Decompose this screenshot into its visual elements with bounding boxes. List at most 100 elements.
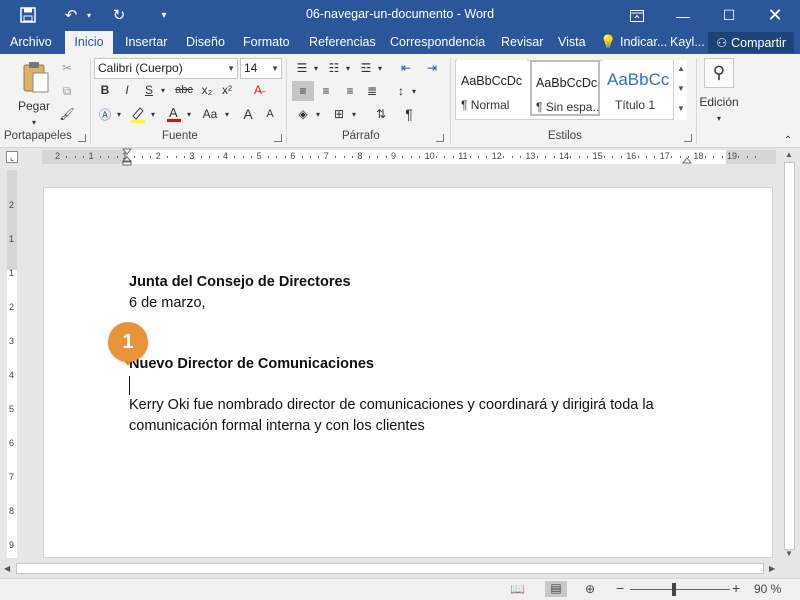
bullets-dropdown-icon[interactable]: ▾ (312, 58, 320, 78)
decrease-indent-icon[interactable]: ⇤ (396, 58, 416, 78)
italic-button[interactable]: I (118, 80, 136, 100)
clipboard-launcher-icon[interactable] (78, 134, 86, 142)
zoom-slider-thumb[interactable] (672, 583, 676, 596)
tab-inicio[interactable]: Inicio (65, 31, 113, 54)
subscript-button[interactable]: x₂ (198, 80, 216, 100)
share-button[interactable]: ⚇ Compartir (708, 32, 794, 53)
numbering-icon[interactable]: ☷ (324, 58, 344, 78)
tab-insertar[interactable]: Insertar (123, 31, 169, 54)
bold-button[interactable]: B (96, 80, 114, 100)
doc-heading-director[interactable]: Nuevo Director de Comunicaciones (129, 356, 374, 372)
change-case-button[interactable]: Aa (198, 104, 222, 124)
strikethrough-button[interactable]: abc (172, 80, 196, 100)
shading-dropdown-icon[interactable]: ▾ (314, 104, 322, 124)
tab-diseno[interactable]: Diseño (184, 31, 227, 54)
grow-font-button[interactable]: A (240, 104, 256, 124)
line-spacing-dropdown-icon[interactable]: ▾ (410, 81, 418, 101)
style-heading-1[interactable]: AaBbCc Título 1 (603, 60, 673, 116)
show-formatting-button[interactable]: ¶ (400, 104, 418, 124)
font-name-box[interactable]: Calibri (Cuerpo) ▼ (94, 58, 238, 79)
borders-icon[interactable]: ⊞ (330, 104, 348, 124)
user-name[interactable]: Kayl... (668, 31, 707, 54)
line-spacing-icon[interactable]: ↕ (392, 81, 410, 101)
collapse-ribbon-icon[interactable]: ⌃ (782, 130, 794, 150)
font-color-icon[interactable]: A (164, 104, 184, 124)
copy-icon[interactable]: ⧉ (58, 81, 76, 101)
style-no-spacing[interactable]: AaBbCcDc ¶ Sin espa... (530, 60, 600, 116)
scroll-left-icon[interactable]: ◀ (4, 564, 10, 573)
underline-dropdown-icon[interactable]: ▾ (158, 80, 168, 100)
editing-dropdown-icon[interactable]: ▾ (711, 108, 727, 128)
clear-formatting-icon[interactable]: A̶ (248, 80, 268, 100)
font-size-box[interactable]: 14 ▼ (240, 58, 282, 79)
doc-heading-board[interactable]: Junta del Consejo de Directores (129, 274, 351, 290)
vertical-scrollbar[interactable]: ▲ ▼ (781, 148, 798, 560)
web-layout-icon[interactable]: ⊕ (585, 582, 595, 596)
document-page[interactable]: Junta del Consejo de Directores 6 de mar… (43, 187, 773, 558)
tab-formato[interactable]: Formato (241, 31, 292, 54)
font-size-dropdown-icon[interactable]: ▼ (271, 59, 279, 78)
zoom-out-button[interactable]: − (616, 580, 624, 596)
align-center-icon[interactable]: ≡ (316, 81, 336, 101)
doc-date[interactable]: 6 de marzo, (129, 295, 206, 311)
align-right-icon[interactable]: ≡ (340, 81, 360, 101)
multilevel-dropdown-icon[interactable]: ▾ (376, 58, 384, 78)
styles-launcher-icon[interactable] (684, 134, 692, 142)
zoom-in-button[interactable]: + (732, 580, 740, 596)
sort-icon[interactable]: ⇅ (372, 104, 390, 124)
tab-correspondencia[interactable]: Correspondencia (388, 31, 487, 54)
multilevel-list-icon[interactable]: ☲ (356, 58, 376, 78)
numbering-dropdown-icon[interactable]: ▾ (344, 58, 352, 78)
change-case-dropdown-icon[interactable]: ▾ (222, 104, 232, 124)
shading-icon[interactable]: ◈ (294, 104, 312, 124)
tab-selector-icon[interactable]: ⌞ (6, 151, 18, 163)
font-launcher-icon[interactable] (274, 134, 282, 142)
format-painter-icon[interactable]: 🖌 (58, 104, 76, 124)
font-color-dropdown-icon[interactable]: ▾ (184, 104, 194, 124)
tell-me-box[interactable]: Indicar... (618, 31, 669, 54)
tab-archivo[interactable]: Archivo (8, 31, 54, 54)
highlight-icon[interactable] (128, 104, 148, 124)
indent-marker-icon[interactable] (121, 148, 133, 166)
highlight-dropdown-icon[interactable]: ▾ (148, 104, 158, 124)
cut-icon[interactable]: ✂ (58, 58, 76, 78)
paste-dropdown-icon[interactable]: ▾ (26, 112, 42, 132)
paragraph-launcher-icon[interactable] (436, 134, 444, 142)
paste-icon[interactable] (20, 60, 50, 96)
zoom-slider-track[interactable] (630, 589, 730, 590)
underline-button[interactable]: S (140, 80, 158, 100)
vertical-scroll-thumb[interactable] (784, 162, 795, 550)
text-effects-dropdown-icon[interactable]: ▾ (114, 104, 124, 124)
increase-indent-icon[interactable]: ⇥ (422, 58, 442, 78)
styles-down-icon[interactable]: ▼ (677, 84, 685, 93)
ribbon-display-icon[interactable] (614, 0, 660, 31)
superscript-button[interactable]: x² (218, 80, 236, 100)
scroll-right-icon[interactable]: ▶ (769, 564, 775, 573)
close-icon[interactable]: ✕ (752, 0, 798, 31)
doc-paragraph-line-2[interactable]: comunicación formal interna y con los cl… (129, 418, 425, 434)
align-left-icon[interactable]: ≡ (292, 81, 314, 101)
style-normal[interactable]: AaBbCcDc ¶ Normal (457, 60, 527, 116)
read-mode-icon[interactable]: 📖 (510, 582, 525, 596)
zoom-level[interactable]: 90 % (754, 582, 781, 596)
tab-revisar[interactable]: Revisar (499, 31, 545, 54)
bullets-icon[interactable]: ☰ (292, 58, 312, 78)
horizontal-scroll-thumb[interactable] (16, 563, 764, 574)
justify-icon[interactable]: ≣ (362, 81, 382, 101)
text-effects-icon[interactable]: Ⓐ (96, 104, 114, 124)
scroll-down-icon[interactable]: ▼ (785, 549, 793, 558)
binoculars-icon[interactable]: ⚲ (704, 58, 734, 88)
styles-up-icon[interactable]: ▲ (677, 64, 685, 73)
doc-paragraph-line-1[interactable]: Kerry Oki fue nombrado director de comun… (129, 397, 654, 413)
shrink-font-button[interactable]: A (262, 104, 278, 124)
print-layout-icon[interactable]: ▤ (545, 581, 567, 597)
scroll-up-icon[interactable]: ▲ (785, 150, 793, 159)
tab-vista[interactable]: Vista (556, 31, 588, 54)
maximize-icon[interactable]: ☐ (706, 0, 752, 31)
horizontal-scrollbar[interactable]: ◀ ▶ (0, 560, 781, 577)
minimize-icon[interactable]: — (660, 0, 706, 31)
borders-dropdown-icon[interactable]: ▾ (350, 104, 358, 124)
right-indent-marker-icon[interactable] (681, 156, 693, 166)
tab-referencias[interactable]: Referencias (307, 31, 378, 54)
font-name-dropdown-icon[interactable]: ▼ (227, 59, 235, 78)
